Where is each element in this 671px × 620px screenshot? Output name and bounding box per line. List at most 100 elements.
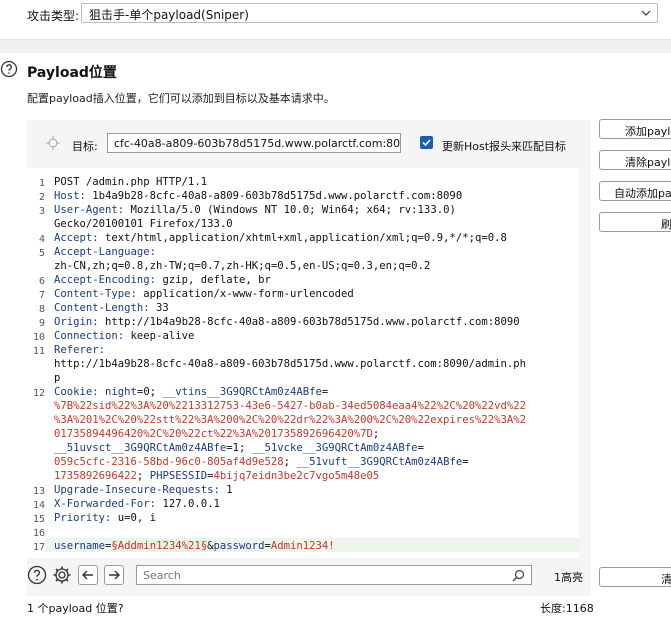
header-content-type: Content-Type: application/x-www-form-url… xyxy=(54,288,354,301)
header-accept-encoding: Accept-Encoding: gzip, deflate, br xyxy=(54,274,271,287)
header-key: Accept-Encoding: xyxy=(54,274,157,286)
header-value: gzip, deflate, br xyxy=(156,274,271,286)
cookie-key: __51vcke__3G9QRCtAm0z4ABfe xyxy=(251,442,418,454)
target-label: 目标: xyxy=(72,140,98,153)
header-key: Upgrade-Insecure-Requests: xyxy=(54,484,220,496)
clear-button[interactable]: 清除 xyxy=(599,567,671,587)
cookie-value: 4bijq7eidn3be2c7vgo5m48e05 xyxy=(213,470,380,482)
line-number: 7 xyxy=(38,290,45,301)
request-body[interactable]: username=§Addmin1234%21§&password=Admin1… xyxy=(54,540,335,553)
line-number: 12 xyxy=(32,388,45,399)
header-value: http://1b4a9b28-8cfc-40a8-a809-603b78d51… xyxy=(98,316,520,328)
header-value: 1b4a9b28-8cfc-40a8-a809-603b78d5175d.www… xyxy=(85,190,463,202)
cookie-sep: =1; xyxy=(226,442,252,454)
next-match-button[interactable] xyxy=(104,565,124,585)
header-value: Mozilla/5.0 (Windows NT 10.0; Win64; x64… xyxy=(124,204,456,216)
header-value: application/x-www-form-urlencoded xyxy=(136,288,354,300)
line-number: 8 xyxy=(38,304,45,315)
search-input[interactable]: Search xyxy=(136,565,532,585)
header-wrap: p xyxy=(54,372,61,384)
header-key: User-Agent: xyxy=(54,204,125,216)
check-icon xyxy=(422,139,431,147)
cookie-value: 1735892696422 xyxy=(54,470,137,482)
header-key: Cookie: xyxy=(54,386,99,398)
line-number: 14 xyxy=(32,500,45,511)
request-length: 长度:1168 xyxy=(540,602,594,615)
update-host-label: 更新Host报头来匹配目标 xyxy=(442,140,567,153)
header-connection: Connection: keep-alive xyxy=(54,330,194,343)
request-line: POST /admin.php HTTP/1.1 xyxy=(54,176,208,188)
payload-marker[interactable]: §Addmin1234%21§ xyxy=(111,540,208,552)
header-key: Connection: xyxy=(54,330,125,342)
param-key: password xyxy=(213,540,265,552)
cookie-key: night xyxy=(98,386,137,398)
header-accept-language: Accept-Language: xyxy=(54,246,156,259)
line-number: 5 xyxy=(38,248,45,259)
cookie-line: __51uvsct__3G9QRCtAm0z4ABfe=1; __51vcke_… xyxy=(54,442,424,455)
target-input[interactable]: cfc-40a8-a809-603b78d5175d.www.polarctf.… xyxy=(107,133,401,153)
line-number: 17 xyxy=(32,542,45,553)
attack-type-bar: 攻击类型: 狙击手-单个payload(Sniper) xyxy=(0,0,671,40)
param-key: username xyxy=(54,540,106,552)
header-value: 127.0.0.1 xyxy=(156,498,220,510)
header-cookie: Cookie: night=0; __vtins__3G9QRCtAm0z4AB… xyxy=(54,386,328,399)
header-key: X-Forwarded-For: xyxy=(54,498,157,510)
header-key: Accept-Language: xyxy=(54,246,157,258)
crosshair-icon xyxy=(46,136,60,150)
attack-type-value: 狙击手-单个payload(Sniper) xyxy=(89,8,249,22)
param-value: Admin1234! xyxy=(270,540,335,552)
header-wrap: Gecko/20100101 Firefox/133.0 xyxy=(54,218,233,230)
line-number: 15 xyxy=(32,514,45,525)
cookie-value: %3A%201%2C%20%22stt%22%3A%200%2C%20%22dr… xyxy=(54,414,526,426)
previous-match-button[interactable] xyxy=(78,565,98,585)
line-number: 16 xyxy=(32,528,45,539)
payload-position-count: 1 个payload 位置? xyxy=(27,602,124,615)
cookie-key: PHPSESSID xyxy=(149,470,208,482)
header-accept: Accept: text/html,application/xhtml+xml,… xyxy=(54,232,507,245)
chevron-down-icon xyxy=(641,10,651,16)
header-key: Accept: xyxy=(54,232,99,244)
line-number: 1 xyxy=(38,178,45,189)
line-number: 10 xyxy=(32,332,45,343)
header-value: keep-alive xyxy=(124,330,195,342)
attack-type-select[interactable]: 狙击手-单个payload(Sniper) xyxy=(81,3,658,23)
update-host-checkbox[interactable] xyxy=(420,136,433,149)
header-key: Content-Type: xyxy=(54,288,137,300)
auto-add-payload-button[interactable]: 自动添加payload xyxy=(599,181,671,201)
arrow-right-icon xyxy=(109,570,120,580)
header-value: text/html,application/xhtml+xml,applicat… xyxy=(98,232,507,244)
highlight-count: 1高亮 xyxy=(554,571,583,584)
header-host: Host: 1b4a9b28-8cfc-40a8-a809-603b78d517… xyxy=(54,190,462,203)
header-user-agent: User-Agent: Mozilla/5.0 (Windows NT 10.0… xyxy=(54,204,456,217)
line-number: 3 xyxy=(38,206,45,217)
header-key: Origin: xyxy=(54,316,99,328)
refresh-button[interactable]: 刷新 xyxy=(599,212,671,232)
line-number: 11 xyxy=(32,346,45,357)
gear-icon[interactable] xyxy=(52,565,72,585)
section-title: Payload位置 xyxy=(27,65,117,81)
cookie-key: __51vuft__3G9QRCtAm0z4ABfe xyxy=(296,456,463,468)
cookie-value: 01735894496420%2C%20%22ct%22%3A%20173589… xyxy=(54,428,373,440)
section-description: 配置payload插入位置，它们可以添加到目标以及基本请求中。 xyxy=(27,92,335,105)
header-origin: Origin: http://1b4a9b28-8cfc-40a8-a809-6… xyxy=(54,316,520,329)
header-wrap: zh-CN,zh;q=0.8,zh-TW;q=0.7,zh-HK;q=0.5,e… xyxy=(54,260,431,272)
help-icon[interactable] xyxy=(27,565,47,585)
line-number: 2 xyxy=(38,192,45,203)
header-x-forwarded-for: X-Forwarded-For: 127.0.0.1 xyxy=(54,498,220,511)
separator-band xyxy=(0,40,671,53)
cookie-value: %7B%22sid%22%3A%20%2213312753-43e6-5427-… xyxy=(54,400,526,412)
cookie-sep: = xyxy=(462,456,469,468)
cookie-sep: = xyxy=(321,386,329,398)
help-icon[interactable] xyxy=(0,60,18,78)
header-value: u=0, i xyxy=(111,512,157,524)
attack-type-label: 攻击类型: xyxy=(27,9,80,23)
search-placeholder: Search xyxy=(143,569,181,582)
cookie-line: 1735892696422; PHPSESSID=4bijq7eidn3be2c… xyxy=(54,470,379,483)
add-payload-button[interactable]: 添加payload xyxy=(599,119,671,139)
header-key: Content-Length: xyxy=(54,302,150,314)
clear-payload-button[interactable]: 清除payload xyxy=(599,150,671,170)
line-number: 4 xyxy=(38,234,45,245)
cookie-sep: =0; xyxy=(136,386,163,398)
search-icon xyxy=(512,569,525,582)
cookie-sep: ; xyxy=(283,456,297,468)
